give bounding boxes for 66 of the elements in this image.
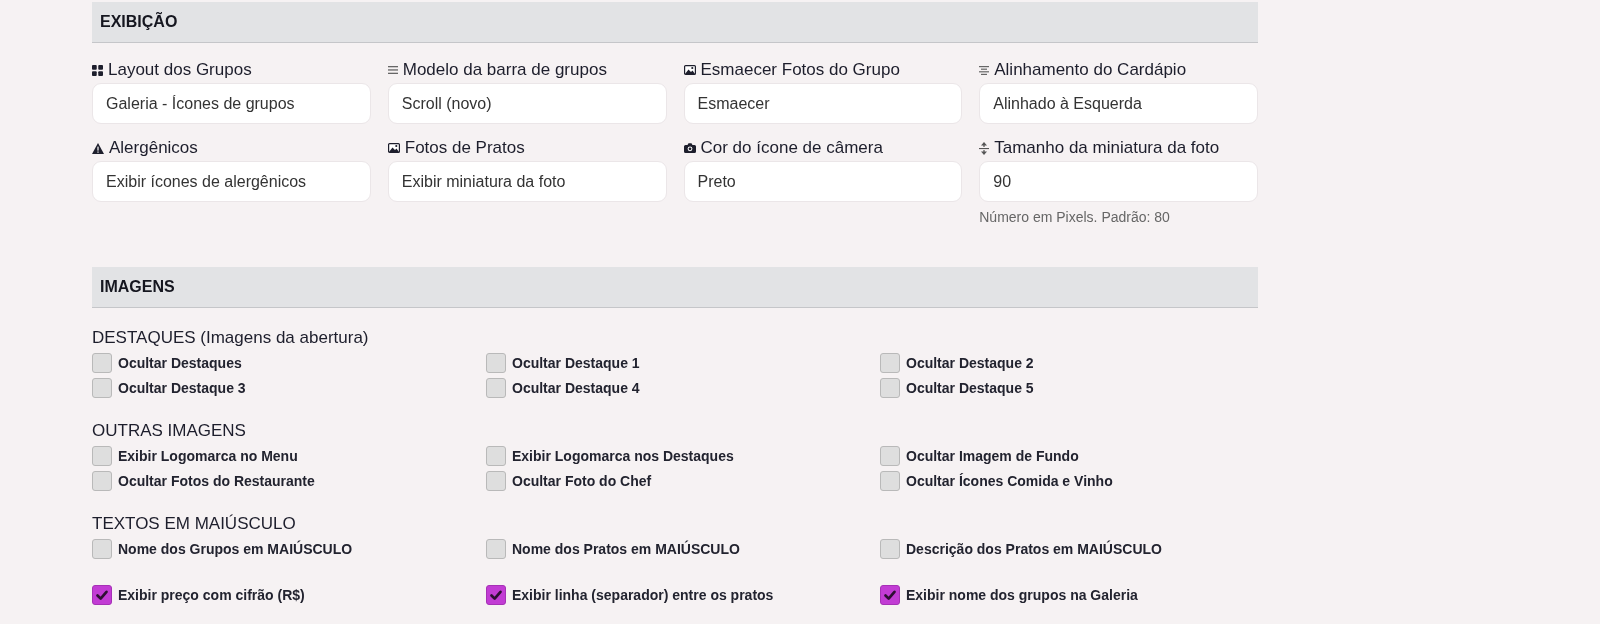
field-label: Layout dos Grupos	[108, 60, 252, 80]
checkbox[interactable]	[880, 538, 900, 559]
select-field[interactable]: Alinhado à Esquerda	[979, 83, 1258, 124]
help-text: Número em Pixels. Padrão: 80	[979, 208, 1171, 226]
section-header: EXIBIÇÃO	[92, 2, 1258, 43]
image-icon	[683, 65, 696, 75]
checkbox-label[interactable]: Ocultar Imagem de Fundo	[906, 446, 1079, 465]
checkbox-label[interactable]: Ocultar Foto do Chef	[512, 471, 652, 490]
checkbox[interactable]	[92, 352, 112, 373]
align-center-icon	[979, 65, 990, 75]
field-label: Modelo da barra de grupos	[402, 60, 607, 80]
camera-icon	[683, 143, 696, 153]
select-field[interactable]: Galeria - Ícones de grupos	[92, 83, 371, 124]
checkbox-label[interactable]: Nome dos Pratos em MAIÚSCULO	[512, 539, 740, 558]
checkbox-label[interactable]: Ocultar Fotos do Restaurante	[118, 471, 315, 490]
checkbox-label[interactable]: Ocultar Destaque 4	[512, 378, 640, 397]
resize-icon	[979, 141, 990, 155]
section-header: IMAGENS	[92, 267, 1258, 308]
field-label: Tamanho da miniatura da foto	[994, 138, 1220, 158]
select-field[interactable]: Esmaecer	[683, 83, 963, 124]
checkbox[interactable]	[880, 377, 900, 398]
field-label: Alergênicos	[109, 138, 198, 158]
checkbox[interactable]	[486, 352, 506, 373]
checkbox[interactable]	[92, 377, 112, 398]
checkbox-label[interactable]: Nome dos Grupos em MAIÚSCULO	[118, 539, 353, 558]
checkbox[interactable]	[92, 445, 112, 466]
select-field[interactable]: Scroll (novo)	[387, 83, 667, 124]
checkbox-label[interactable]: Ocultar Destaque 3	[118, 378, 246, 397]
checkbox[interactable]	[880, 584, 900, 605]
field-label: Esmaecer Fotos do Grupo	[700, 60, 900, 80]
field-label: Cor do ícone de câmera	[700, 138, 883, 158]
checkbox-label[interactable]: Ocultar Destaque 1	[512, 353, 640, 372]
checkbox-label[interactable]: Exibir preço com cifrão (R$)	[118, 585, 305, 604]
checkbox[interactable]	[880, 470, 900, 491]
checkbox-label[interactable]: Exibir Logomarca no Menu	[118, 446, 298, 465]
lines-icon	[387, 66, 398, 74]
checkbox-label[interactable]: Exibir nome dos grupos na Galeria	[906, 585, 1138, 604]
checkbox[interactable]	[486, 377, 506, 398]
checkbox[interactable]	[486, 584, 506, 605]
field-label: Fotos de Pratos	[404, 138, 525, 158]
select-field[interactable]: Exibir miniatura da foto	[387, 161, 667, 202]
image-icon	[387, 143, 400, 153]
warning-icon	[92, 142, 104, 154]
checkbox-label[interactable]: Exibir linha (separador) entre os pratos	[512, 585, 774, 604]
checkbox[interactable]	[486, 470, 506, 491]
checkbox[interactable]	[92, 584, 112, 605]
checkbox-label[interactable]: Ocultar Destaque 5	[906, 378, 1034, 397]
grid-icon	[92, 64, 103, 76]
checkbox[interactable]	[92, 470, 112, 491]
checkbox-label[interactable]: Descrição dos Pratos em MAIÚSCULO	[906, 539, 1162, 558]
checkbox-label[interactable]: Ocultar Ícones Comida e Vinho	[906, 471, 1113, 490]
checkbox[interactable]	[92, 538, 112, 559]
checkbox[interactable]	[880, 445, 900, 466]
select-field[interactable]: Preto	[683, 161, 963, 202]
checkbox[interactable]	[486, 538, 506, 559]
checkbox-label[interactable]: Ocultar Destaques	[118, 353, 242, 372]
checkbox-label[interactable]: Exibir Logomarca nos Destaques	[512, 446, 734, 465]
group-title: DESTAQUES (Imagens da abertura)	[92, 328, 370, 348]
number-field[interactable]: 90	[979, 161, 1258, 202]
field-label: Alinhamento do Cardápio	[994, 60, 1187, 80]
checkbox[interactable]	[880, 352, 900, 373]
checkbox-label[interactable]: Ocultar Destaque 2	[906, 353, 1034, 372]
group-title: TEXTOS EM MAIÚSCULO	[92, 514, 297, 534]
group-title: OUTRAS IMAGENS	[92, 421, 247, 441]
checkbox[interactable]	[486, 445, 506, 466]
select-field[interactable]: Exibir ícones de alergênicos	[92, 161, 371, 202]
